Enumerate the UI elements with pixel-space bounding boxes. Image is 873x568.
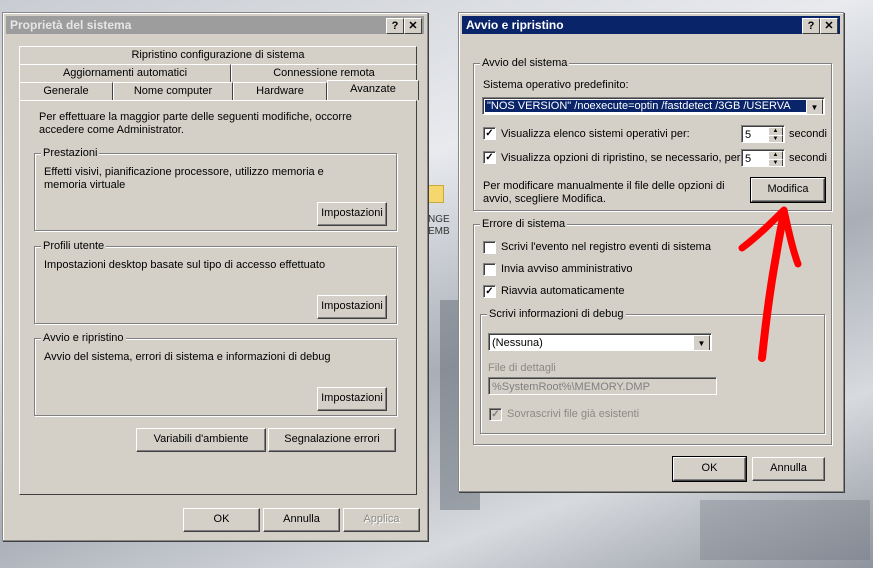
- show-os-list-checkbox[interactable]: ✓: [483, 127, 496, 140]
- tab-ripristino-configurazione[interactable]: Ripristino configurazione di sistema: [19, 46, 417, 65]
- desktop-icon-label-2[interactable]: EMB: [428, 226, 450, 237]
- system-properties-titlebar[interactable]: Proprietà del sistema ? ✕: [6, 16, 424, 34]
- dump-file-input[interactable]: %SystemRoot%\MEMORY.DMP: [488, 377, 717, 395]
- close-button[interactable]: ✕: [820, 18, 838, 34]
- apply-button[interactable]: Applica: [343, 508, 420, 532]
- overwrite-checkbox[interactable]: ✓: [489, 408, 502, 421]
- tab-nome-computer[interactable]: Nome computer: [113, 82, 233, 101]
- window-title: Avvio e ripristino: [466, 18, 564, 32]
- desktop-folder-icon[interactable]: [428, 185, 444, 203]
- user-profiles-group: Profili utente Impostazioni desktop basa…: [34, 240, 397, 324]
- chevron-down-icon[interactable]: ▼: [806, 99, 823, 114]
- startup-recovery-titlebar[interactable]: Avvio e ripristino ? ✕: [462, 16, 840, 34]
- system-failure-group-label: Errore di sistema: [480, 218, 568, 230]
- tab-aggiornamenti-automatici[interactable]: Aggiornamenti automatici: [19, 64, 231, 83]
- ok-button[interactable]: OK: [183, 508, 260, 532]
- dump-file-label: File di dettagli: [488, 362, 556, 374]
- overwrite-label: Sovrascrivi file già esistenti: [507, 408, 640, 420]
- edit-button[interactable]: Modifica: [750, 177, 826, 203]
- cancel-button[interactable]: Annulla: [752, 457, 825, 481]
- tab-hardware[interactable]: Hardware: [233, 82, 327, 101]
- default-os-label: Sistema operativo predefinito:: [483, 79, 629, 91]
- write-event-checkbox[interactable]: [483, 241, 496, 254]
- show-recovery-label: Visualizza opzioni di ripristino, se nec…: [501, 152, 744, 164]
- auto-restart-checkbox[interactable]: ✓: [483, 285, 496, 298]
- startup-recovery-description: Avvio del sistema, errori di sistema e i…: [44, 351, 331, 363]
- show-os-list-seconds-input[interactable]: 5 ▲ ▼: [741, 125, 785, 143]
- spin-down-icon[interactable]: ▼: [768, 135, 783, 142]
- debug-info-group: Scrivi informazioni di debug (Nessuna) ▼…: [480, 308, 825, 434]
- system-startup-group-label: Avvio del sistema: [480, 57, 570, 69]
- send-alert-checkbox[interactable]: [483, 263, 496, 276]
- default-os-selected-value: "NOS VERSION" /noexecute=optin /fastdete…: [485, 100, 806, 112]
- default-os-select[interactable]: "NOS VERSION" /noexecute=optin /fastdete…: [482, 97, 825, 115]
- tab-avanzate[interactable]: Avanzate: [327, 80, 419, 100]
- system-properties-window: Proprietà del sistema ? ✕ Ripristino con…: [2, 12, 428, 541]
- seconds-label: secondi: [789, 152, 827, 164]
- system-startup-group: Avvio del sistema Sistema operativo pred…: [473, 57, 832, 211]
- debug-info-selected-value: (Nessuna): [492, 337, 543, 349]
- show-os-list-label: Visualizza elenco sistemi operativi per:: [501, 128, 690, 140]
- desktop-icon-label-1[interactable]: NGE: [428, 214, 450, 225]
- performance-group: Prestazioni Effetti visivi, pianificazio…: [34, 147, 397, 231]
- system-failure-group: Errore di sistema Scrivi l'evento nel re…: [473, 218, 832, 445]
- environment-variables-button[interactable]: Variabili d'ambiente: [136, 428, 266, 452]
- edit-boot-options-text: Per modificare manualmente il file delle…: [483, 180, 725, 205]
- send-alert-label: Invia avviso amministrativo: [501, 263, 633, 275]
- performance-description: Effetti visivi, pianificazione processor…: [44, 166, 324, 191]
- auto-restart-label: Riavvia automaticamente: [501, 285, 625, 297]
- write-event-label: Scrivi l'evento nel registro eventi di s…: [501, 241, 711, 253]
- window-title: Proprietà del sistema: [10, 18, 132, 32]
- close-button[interactable]: ✕: [404, 18, 422, 34]
- seconds-label: secondi: [789, 128, 827, 140]
- tab-generale[interactable]: Generale: [19, 82, 113, 101]
- desktop-shadow-2: [700, 500, 870, 560]
- debug-info-select[interactable]: (Nessuna) ▼: [488, 333, 712, 351]
- performance-settings-button[interactable]: Impostazioni: [317, 202, 387, 226]
- spin-down-icon[interactable]: ▼: [768, 159, 783, 166]
- user-profiles-description: Impostazioni desktop basate sul tipo di …: [44, 259, 326, 271]
- ok-button[interactable]: OK: [672, 456, 747, 482]
- user-profiles-settings-button[interactable]: Impostazioni: [317, 295, 387, 319]
- error-reporting-button[interactable]: Segnalazione errori: [268, 428, 396, 452]
- show-os-list-seconds-value: 5: [745, 129, 752, 141]
- chevron-down-icon[interactable]: ▼: [693, 335, 710, 350]
- startup-recovery-group: Avvio e ripristino Avvio del sistema, er…: [34, 332, 397, 416]
- admin-intro-text: Per effettuare la maggior parte delle se…: [39, 111, 352, 136]
- show-recovery-checkbox[interactable]: ✓: [483, 151, 496, 164]
- show-recovery-seconds-value: 5: [745, 153, 752, 165]
- debug-info-group-label: Scrivi informazioni di debug: [487, 308, 626, 320]
- help-button[interactable]: ?: [386, 18, 404, 34]
- cancel-button[interactable]: Annulla: [263, 508, 340, 532]
- user-profiles-group-label: Profili utente: [41, 240, 107, 252]
- startup-recovery-window: Avvio e ripristino ? ✕ Avvio del sistema…: [458, 12, 844, 492]
- show-recovery-seconds-input[interactable]: 5 ▲ ▼: [741, 149, 785, 167]
- performance-group-label: Prestazioni: [41, 147, 100, 159]
- startup-recovery-settings-button[interactable]: Impostazioni: [317, 387, 387, 411]
- startup-recovery-group-label: Avvio e ripristino: [41, 332, 126, 344]
- help-button[interactable]: ?: [802, 18, 820, 34]
